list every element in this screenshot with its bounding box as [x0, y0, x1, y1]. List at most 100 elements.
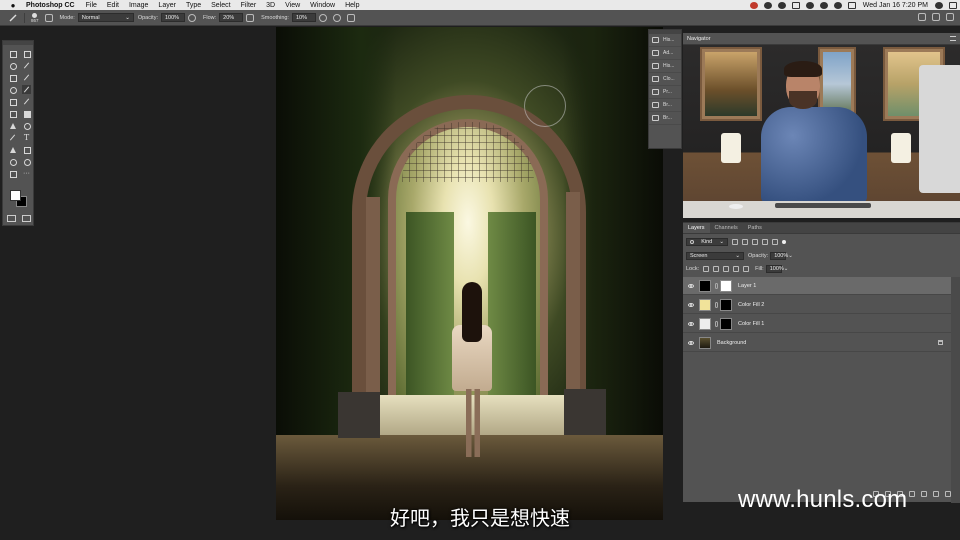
filter-shape-icon[interactable] — [762, 239, 768, 245]
properties-panel-button[interactable]: Pr... — [649, 86, 681, 99]
flow-field[interactable]: 20% — [219, 13, 244, 22]
notification-center-icon[interactable] — [949, 1, 957, 9]
eyedropper-tool-icon[interactable] — [22, 73, 31, 82]
menu-edit[interactable]: Edit — [107, 2, 119, 9]
screen-mode-icon[interactable] — [22, 215, 31, 222]
visibility-eye-icon[interactable] — [688, 340, 694, 345]
filter-pixel-icon[interactable] — [732, 239, 738, 245]
spotlight-icon[interactable] — [935, 1, 943, 9]
menu-layer[interactable]: Layer — [158, 2, 176, 9]
visibility-eye-icon[interactable] — [688, 302, 694, 307]
visibility-eye-icon[interactable] — [688, 321, 694, 326]
dodge-tool-icon[interactable] — [22, 121, 31, 130]
tab-navigator[interactable]: Navigator — [687, 36, 711, 42]
filter-type-icon[interactable] — [752, 239, 758, 245]
layer-opacity-field[interactable]: 100% — [770, 252, 788, 260]
brush-tool-icon[interactable] — [22, 85, 31, 94]
layer-mask-thumbnail[interactable] — [720, 298, 732, 311]
timemachine-icon[interactable] — [805, 1, 814, 9]
display-icon[interactable] — [791, 1, 800, 9]
menu-type[interactable]: Type — [186, 2, 201, 9]
crop-tool-icon[interactable] — [8, 73, 17, 82]
menu-filter[interactable]: Filter — [241, 2, 257, 9]
brush-tool-icon[interactable] — [8, 13, 18, 23]
edit-toolbar-icon[interactable] — [8, 169, 17, 178]
workspace-icon[interactable] — [932, 13, 940, 21]
battery-icon[interactable] — [847, 1, 856, 9]
new-group-icon[interactable] — [921, 491, 927, 497]
adjustments-panel-button[interactable]: Ad... — [649, 47, 681, 60]
menu-file[interactable]: File — [86, 2, 97, 9]
panel-menu-icon[interactable] — [950, 36, 956, 41]
lock-all-icon[interactable] — [743, 266, 750, 272]
mask-link-icon[interactable] — [715, 320, 718, 327]
lock-transparency-icon[interactable] — [703, 266, 710, 272]
pressure-size-icon[interactable] — [332, 13, 341, 22]
clone-stamp-tool-icon[interactable] — [8, 97, 17, 106]
lock-position-icon[interactable] — [723, 266, 730, 272]
share-icon[interactable] — [946, 13, 954, 21]
hand-tool-icon[interactable] — [8, 157, 17, 166]
cloud-icon[interactable] — [777, 1, 786, 9]
layer-row-color-fill-1[interactable]: Color Fill 1 — [683, 315, 951, 333]
pen-tool-icon[interactable] — [8, 133, 17, 142]
dropbox-icon[interactable] — [763, 1, 772, 9]
blur-tool-icon[interactable] — [8, 121, 17, 130]
menu-select[interactable]: Select — [211, 2, 230, 9]
lock-pixels-icon[interactable] — [713, 266, 720, 272]
lock-artboard-icon[interactable] — [733, 266, 740, 272]
layer-row-color-fill-2[interactable]: Color Fill 2 — [683, 296, 951, 314]
tab-channels[interactable]: Channels — [710, 223, 743, 233]
chevron-down-icon[interactable]: ⌄ — [784, 266, 789, 272]
filter-smart-object-icon[interactable] — [772, 239, 778, 245]
filter-adjustment-icon[interactable] — [742, 239, 748, 245]
fill-field[interactable]: 100% — [765, 265, 784, 273]
lasso-tool-icon[interactable] — [8, 61, 17, 70]
type-tool-icon[interactable]: T — [22, 133, 31, 142]
document-canvas[interactable] — [276, 27, 663, 520]
smoothing-options-gear-icon[interactable] — [318, 13, 327, 22]
smoothing-field[interactable]: 10% — [291, 13, 316, 22]
clock[interactable]: Wed Jan 16 7:20 PM — [863, 2, 928, 9]
blend-mode-select[interactable]: Screen ⌄ — [686, 252, 744, 260]
rectangle-tool-icon[interactable] — [22, 145, 31, 154]
adjustment-layer-icon[interactable] — [909, 491, 915, 497]
bluetooth-icon[interactable] — [819, 1, 828, 9]
menu-view[interactable]: View — [285, 2, 300, 9]
zoom-tool-icon[interactable] — [22, 157, 31, 166]
layer-row-background[interactable]: Background — [683, 334, 951, 352]
pressure-opacity-icon[interactable] — [188, 13, 196, 22]
brush-settings-panel-button[interactable]: Br... — [649, 99, 681, 112]
tab-layers[interactable]: Layers — [683, 223, 710, 233]
wifi-icon[interactable] — [833, 1, 842, 9]
menu-help[interactable]: Help — [345, 2, 359, 9]
layer-mask-thumbnail[interactable] — [720, 279, 732, 292]
brush-preset-picker[interactable]: 867 — [31, 12, 39, 23]
history-panel-button[interactable]: His... — [649, 34, 681, 47]
more-tools-icon[interactable]: ··· — [22, 169, 31, 178]
menu-window[interactable]: Window — [310, 2, 335, 9]
mask-link-icon[interactable] — [715, 282, 718, 289]
foreground-color-swatch[interactable] — [10, 190, 21, 201]
filter-kind-select[interactable]: Kind ⌄ — [686, 238, 728, 246]
menu-3d[interactable]: 3D — [266, 2, 275, 9]
symmetry-icon[interactable] — [346, 13, 355, 22]
trash-icon[interactable] — [945, 491, 951, 497]
brushes-panel-button[interactable]: Br... — [649, 112, 681, 125]
chevron-down-icon[interactable]: ⌄ — [788, 253, 793, 259]
clone-source-panel-button[interactable]: Clo... — [649, 73, 681, 86]
visibility-eye-icon[interactable] — [688, 283, 694, 288]
histogram-panel-button[interactable]: His... — [649, 60, 681, 73]
new-layer-icon[interactable] — [933, 491, 939, 497]
record-icon[interactable] — [749, 1, 758, 9]
marquee-tool-icon[interactable] — [22, 49, 31, 58]
apple-menu-icon[interactable]: ● — [8, 1, 18, 10]
magic-wand-tool-icon[interactable] — [22, 61, 31, 70]
brush-settings-icon[interactable] — [44, 13, 53, 22]
quick-mask-icon[interactable] — [7, 215, 16, 222]
healing-brush-tool-icon[interactable] — [8, 85, 17, 94]
search-icon[interactable] — [918, 13, 926, 21]
layer-mask-thumbnail[interactable] — [720, 317, 732, 330]
filter-toggle-icon[interactable] — [782, 240, 786, 244]
move-tool-icon[interactable] — [8, 49, 17, 58]
